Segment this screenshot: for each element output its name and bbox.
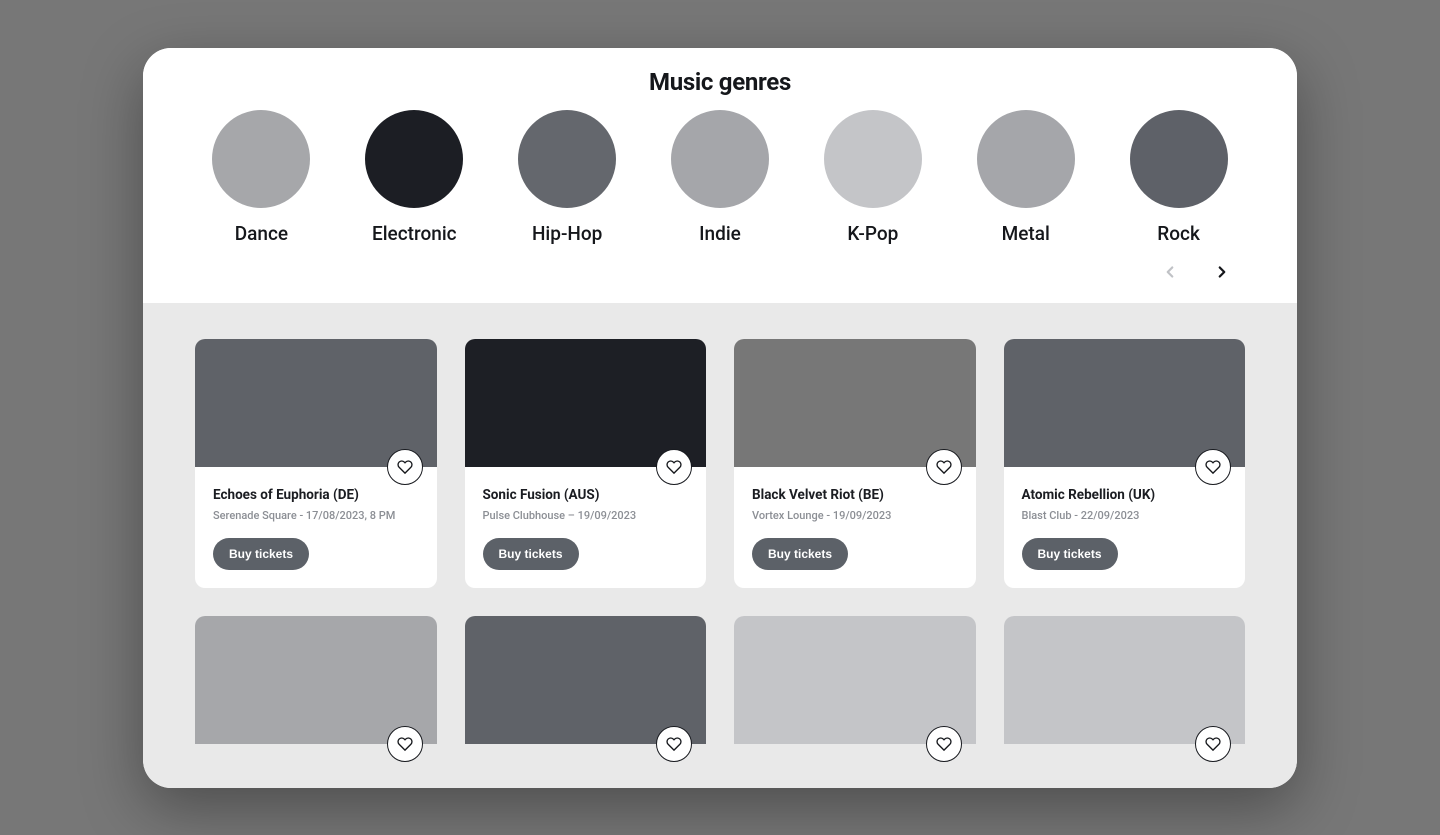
event-image-wrap	[734, 339, 976, 467]
favorite-button[interactable]	[387, 726, 423, 762]
event-grid: Echoes of Euphoria (DE) Serenade Square …	[195, 339, 1245, 744]
genre-metal[interactable]: Metal	[955, 110, 1096, 245]
event-image	[465, 339, 707, 467]
genre-circle	[671, 110, 769, 208]
event-card	[734, 616, 976, 744]
event-meta: Vortex Lounge - 19/09/2023	[752, 509, 958, 522]
event-title: Echoes of Euphoria (DE)	[213, 487, 419, 503]
heart-icon	[666, 459, 682, 475]
event-body: Echoes of Euphoria (DE) Serenade Square …	[195, 467, 437, 588]
events-section: Echoes of Euphoria (DE) Serenade Square …	[143, 303, 1297, 788]
event-body: Atomic Rebellion (UK) Blast Club - 22/09…	[1004, 467, 1246, 588]
event-title: Atomic Rebellion (UK)	[1022, 487, 1228, 503]
genre-indie[interactable]: Indie	[650, 110, 791, 245]
event-image	[195, 616, 437, 744]
carousel-nav	[185, 245, 1255, 285]
buy-tickets-button[interactable]: Buy tickets	[1022, 538, 1118, 570]
event-image	[734, 616, 976, 744]
event-image	[1004, 616, 1246, 744]
event-image-wrap	[734, 616, 976, 744]
event-meta: Blast Club - 22/09/2023	[1022, 509, 1228, 522]
genre-kpop[interactable]: K-Pop	[802, 110, 943, 245]
genre-rock[interactable]: Rock	[1108, 110, 1249, 245]
genre-label: K-Pop	[847, 222, 898, 245]
favorite-button[interactable]	[926, 726, 962, 762]
favorite-button[interactable]	[656, 726, 692, 762]
event-image	[465, 616, 707, 744]
genre-row: Dance Electronic Hip-Hop Indie K-Pop Met…	[185, 110, 1255, 245]
event-card	[465, 616, 707, 744]
genre-hiphop[interactable]: Hip-Hop	[497, 110, 638, 245]
genre-label: Indie	[699, 222, 741, 245]
event-image	[1004, 339, 1246, 467]
event-body: Black Velvet Riot (BE) Vortex Lounge - 1…	[734, 467, 976, 588]
heart-icon	[1205, 459, 1221, 475]
event-image-wrap	[1004, 616, 1246, 744]
genre-circle	[518, 110, 616, 208]
event-card	[1004, 616, 1246, 744]
genre-label: Rock	[1157, 222, 1200, 245]
heart-icon	[397, 459, 413, 475]
app-panel: Music genres Dance Electronic Hip-Hop In…	[143, 48, 1297, 788]
favorite-button[interactable]	[387, 449, 423, 485]
event-image-wrap	[465, 616, 707, 744]
page-title: Music genres	[185, 68, 1255, 96]
event-title: Sonic Fusion (AUS)	[483, 487, 689, 503]
genre-circle	[1130, 110, 1228, 208]
genre-circle	[365, 110, 463, 208]
buy-tickets-button[interactable]: Buy tickets	[752, 538, 848, 570]
chevron-right-icon[interactable]	[1209, 259, 1235, 285]
chevron-left-icon[interactable]	[1157, 259, 1183, 285]
favorite-button[interactable]	[1195, 449, 1231, 485]
event-image-wrap	[195, 616, 437, 744]
event-image-wrap	[1004, 339, 1246, 467]
genre-circle	[824, 110, 922, 208]
genre-label: Metal	[1002, 222, 1050, 245]
genre-electronic[interactable]: Electronic	[344, 110, 485, 245]
event-meta: Serenade Square - 17/08/2023, 8 PM	[213, 509, 419, 522]
event-image	[195, 339, 437, 467]
favorite-button[interactable]	[926, 449, 962, 485]
event-card	[195, 616, 437, 744]
genre-circle	[212, 110, 310, 208]
event-image	[734, 339, 976, 467]
event-meta: Pulse Clubhouse – 19/09/2023	[483, 509, 689, 522]
buy-tickets-button[interactable]: Buy tickets	[483, 538, 579, 570]
favorite-button[interactable]	[1195, 726, 1231, 762]
heart-icon	[936, 736, 952, 752]
genre-dance[interactable]: Dance	[191, 110, 332, 245]
event-title: Black Velvet Riot (BE)	[752, 487, 958, 503]
event-card: Sonic Fusion (AUS) Pulse Clubhouse – 19/…	[465, 339, 707, 588]
heart-icon	[936, 459, 952, 475]
event-card: Echoes of Euphoria (DE) Serenade Square …	[195, 339, 437, 588]
event-card: Black Velvet Riot (BE) Vortex Lounge - 1…	[734, 339, 976, 588]
buy-tickets-button[interactable]: Buy tickets	[213, 538, 309, 570]
heart-icon	[666, 736, 682, 752]
event-card: Atomic Rebellion (UK) Blast Club - 22/09…	[1004, 339, 1246, 588]
heart-icon	[1205, 736, 1221, 752]
favorite-button[interactable]	[656, 449, 692, 485]
heart-icon	[397, 736, 413, 752]
genre-circle	[977, 110, 1075, 208]
event-body: Sonic Fusion (AUS) Pulse Clubhouse – 19/…	[465, 467, 707, 588]
event-image-wrap	[195, 339, 437, 467]
genres-section: Music genres Dance Electronic Hip-Hop In…	[143, 48, 1297, 303]
event-image-wrap	[465, 339, 707, 467]
genre-label: Electronic	[372, 222, 457, 245]
genre-label: Dance	[235, 222, 288, 245]
genre-label: Hip-Hop	[532, 222, 602, 245]
